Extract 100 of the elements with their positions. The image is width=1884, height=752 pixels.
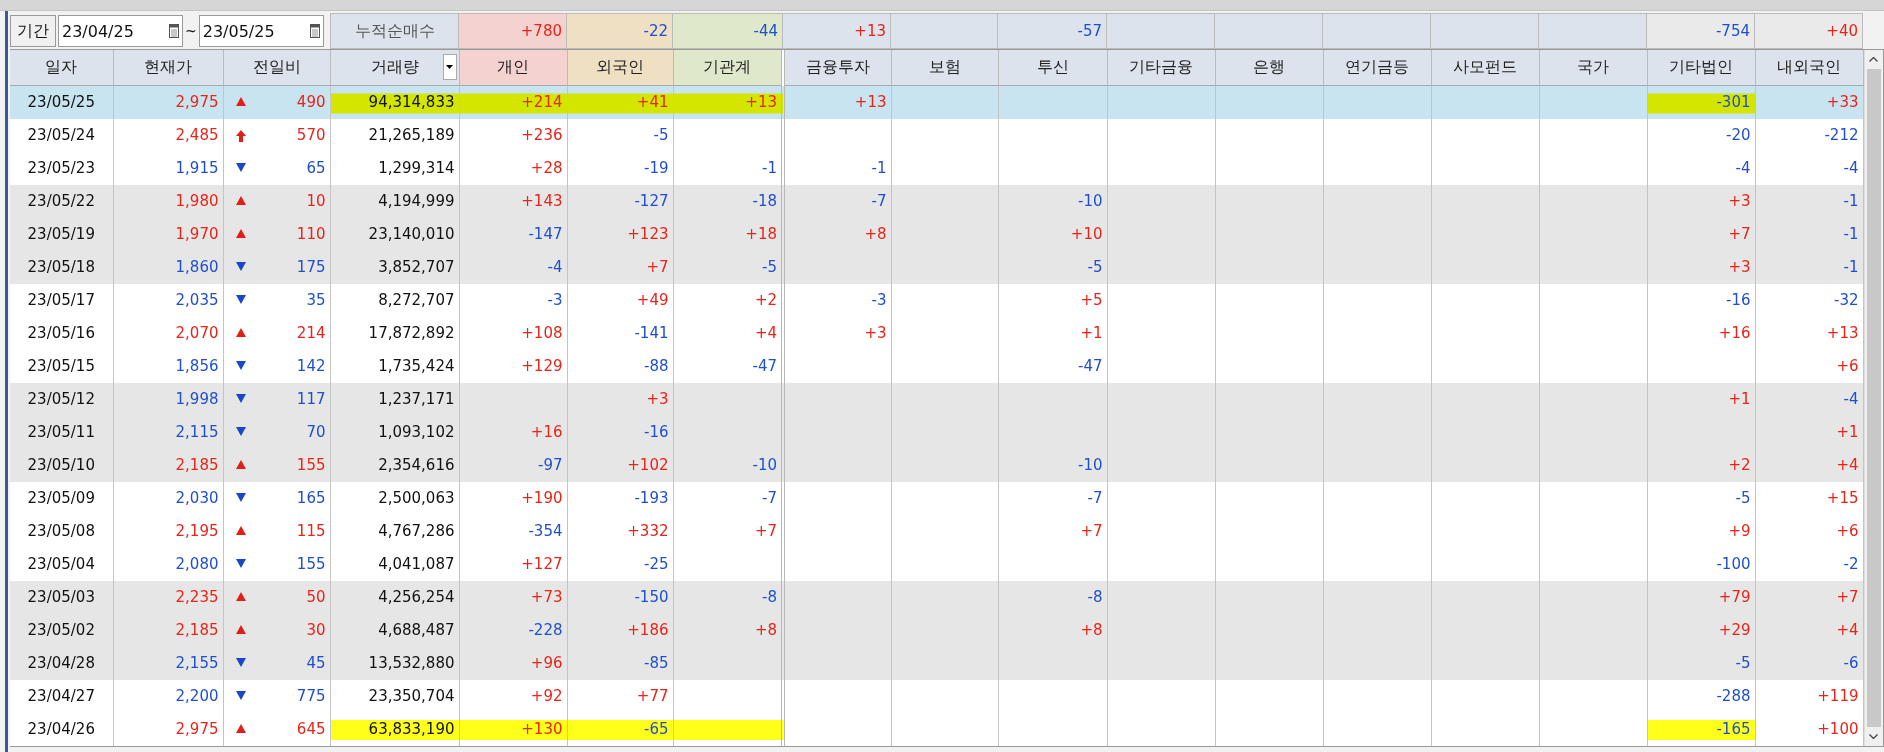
table-cell: 23/05/04 (10, 547, 113, 581)
table-cell: 2,235 (113, 580, 223, 614)
table-cell: 23/05/25 (10, 85, 113, 119)
column-header[interactable]: 투신 (1036, 57, 1069, 76)
range-separator: ~ (185, 23, 197, 39)
table-cell: -19 (567, 151, 673, 185)
table-cell: 23,350,704 (330, 679, 459, 713)
table-cell: -5 (567, 118, 673, 152)
table-cell: -228 (459, 613, 567, 647)
table-cell: -20 (1647, 118, 1755, 152)
table-cell: 2,500,063 (330, 481, 459, 515)
table-cell: +13 (673, 85, 783, 119)
change-value: 175 (296, 258, 326, 276)
calendar-icon[interactable] (309, 24, 320, 38)
table-cell: +108 (459, 316, 567, 350)
table-cell: 1,237,171 (330, 382, 459, 416)
table-cell: 1,970 (113, 217, 223, 251)
change-value: 115 (296, 522, 326, 540)
table-cell: +127 (459, 547, 567, 581)
table-cell: 2,070 (113, 316, 223, 350)
table-cell: -97 (459, 448, 567, 482)
change-value: 142 (296, 357, 326, 375)
table-cell: -7 (783, 184, 891, 218)
summary-cell: +780 (459, 13, 567, 49)
start-date-field[interactable]: 23/04/25 (58, 15, 183, 47)
table-cell: -141 (567, 316, 673, 350)
table-cell: 1,735,424 (330, 349, 459, 383)
summary-cell: +13 (783, 13, 891, 49)
table-cell: +214 (459, 85, 567, 119)
table-cell: 1,860 (113, 250, 223, 284)
table-cell: 94,314,833 (330, 85, 459, 119)
table-cell: 63,833,190 (330, 712, 459, 746)
table-cell: 23/05/19 (10, 217, 113, 251)
table-cell: 23/04/28 (10, 646, 113, 680)
table-cell: +129 (459, 349, 567, 383)
caret-icon (446, 65, 453, 69)
table-cell: -1 (1755, 250, 1863, 284)
table-cell: +143 (459, 184, 567, 218)
table-cell: -100 (1647, 547, 1755, 581)
table-cell: -354 (459, 514, 567, 548)
chevron-up-icon (1869, 56, 1878, 62)
scrollbar-thumb[interactable] (1866, 69, 1881, 727)
calendar-icon[interactable] (169, 24, 179, 38)
table-cell: +49 (567, 283, 673, 317)
table-cell: 2,030 (113, 481, 223, 515)
table-cell: 2,975 (113, 712, 223, 746)
table-cell: 23/05/12 (10, 382, 113, 416)
change-value: 155 (296, 555, 326, 573)
change-value: 117 (296, 390, 326, 408)
table-cell: 1,998 (113, 382, 223, 416)
column-header[interactable]: 은행 (1253, 57, 1285, 76)
table-cell: +4 (1755, 613, 1863, 647)
column-header[interactable]: 국가 (1577, 57, 1609, 76)
table-cell: +73 (459, 580, 567, 614)
table-cell: 1,299,314 (330, 151, 459, 185)
table-cell: -3 (783, 283, 891, 317)
table-cell: +186 (567, 613, 673, 647)
column-header[interactable]: 일자 (45, 57, 78, 76)
table-cell: 23,140,010 (330, 217, 459, 251)
change-value: 165 (296, 489, 326, 507)
table-cell: +92 (459, 679, 567, 713)
table-cell: 3,852,707 (330, 250, 459, 284)
table-cell: -88 (567, 349, 673, 383)
table-cell: 23/04/27 (10, 679, 113, 713)
table-cell: +16 (1647, 316, 1755, 350)
change-value: 155 (296, 456, 326, 474)
column-header[interactable]: 개인 (497, 57, 529, 76)
change-value: 70 (306, 423, 326, 441)
table-cell: +3 (1647, 250, 1755, 284)
table-cell: -6 (1755, 646, 1863, 680)
table-cell: 2,354,616 (330, 448, 459, 482)
table-cell: 2,185 (113, 613, 223, 647)
table-cell: +16 (459, 415, 567, 449)
table-cell: +8 (998, 613, 1107, 647)
change-value: 214 (296, 324, 326, 342)
table-cell: +96 (459, 646, 567, 680)
table-cell: +3 (567, 382, 673, 416)
table-cell: +33 (1755, 85, 1863, 119)
change-value: 65 (306, 159, 326, 177)
table-cell: +15 (1755, 481, 1863, 515)
table-cell: +130 (459, 712, 567, 746)
table-cell: 4,767,286 (330, 514, 459, 548)
dropdown-button[interactable] (442, 54, 457, 80)
table-cell: -10 (998, 448, 1107, 482)
period-label: 기간 (10, 15, 56, 47)
change-value: 50 (306, 588, 326, 606)
column-header[interactable]: 보험 (928, 57, 961, 76)
table-cell: 23/05/16 (10, 316, 113, 350)
table-cell: 23/05/18 (10, 250, 113, 284)
table-cell: 1,093,102 (330, 415, 459, 449)
table-cell: -65 (567, 712, 673, 746)
summary-cell: -44 (673, 13, 783, 49)
end-date-field[interactable]: 23/05/25 (198, 15, 324, 47)
table-cell: -5 (1647, 646, 1755, 680)
table-cell: +77 (567, 679, 673, 713)
table-cell: +4 (1755, 448, 1863, 482)
table-cell: +6 (1755, 349, 1863, 383)
chevron-down-icon (1869, 734, 1878, 739)
table-cell: 2,035 (113, 283, 223, 317)
table-cell: +2 (1647, 448, 1755, 482)
